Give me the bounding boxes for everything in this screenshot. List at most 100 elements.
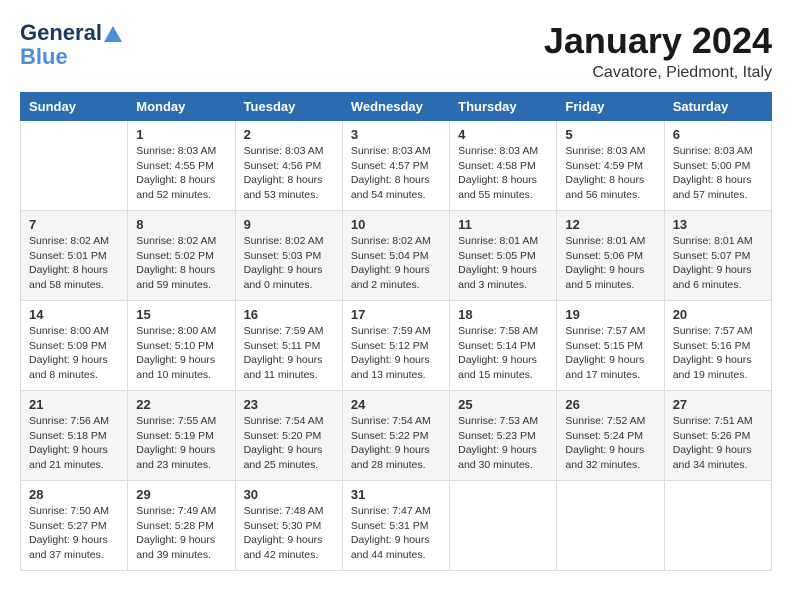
table-cell: 7 Sunrise: 8:02 AMSunset: 5:01 PMDaylight… xyxy=(21,211,128,301)
day-detail: Sunrise: 7:54 AMSunset: 5:20 PMDaylight:… xyxy=(244,414,334,473)
table-cell: 24 Sunrise: 7:54 AMSunset: 5:22 PMDayligh… xyxy=(342,391,449,481)
table-cell: 14 Sunrise: 8:00 AMSunset: 5:09 PMDayligh… xyxy=(21,301,128,391)
week-row-3: 14 Sunrise: 8:00 AMSunset: 5:09 PMDayligh… xyxy=(21,301,772,391)
day-detail: Sunrise: 7:51 AMSunset: 5:26 PMDaylight:… xyxy=(673,414,763,473)
calendar-table: SundayMondayTuesdayWednesdayThursdayFrid… xyxy=(20,92,772,571)
day-number: 18 xyxy=(458,307,548,322)
day-number: 7 xyxy=(29,217,119,232)
day-number: 21 xyxy=(29,397,119,412)
table-cell xyxy=(21,121,128,211)
table-cell xyxy=(664,481,771,571)
header-tuesday: Tuesday xyxy=(235,93,342,121)
table-cell: 15Sunrise: 8:00 AMSunset: 5:10 PMDayligh… xyxy=(128,301,235,391)
table-cell: 9 Sunrise: 8:02 AMSunset: 5:03 PMDaylight… xyxy=(235,211,342,301)
day-number: 9 xyxy=(244,217,334,232)
day-number: 10 xyxy=(351,217,441,232)
day-detail: Sunrise: 8:03 AMSunset: 4:59 PMDaylight:… xyxy=(565,144,655,203)
week-row-5: 28Sunrise: 7:50 AMSunset: 5:27 PMDayligh… xyxy=(21,481,772,571)
day-detail: Sunrise: 7:59 AMSunset: 5:12 PMDaylight:… xyxy=(351,324,441,383)
day-number: 22 xyxy=(136,397,226,412)
day-detail: Sunrise: 8:03 AMSunset: 4:58 PMDaylight:… xyxy=(458,144,548,203)
table-cell: 29Sunrise: 7:49 AMSunset: 5:28 PMDayligh… xyxy=(128,481,235,571)
day-detail: Sunrise: 8:02 AMSunset: 5:02 PMDaylight:… xyxy=(136,234,226,293)
day-number: 27 xyxy=(673,397,763,412)
logo-triangle-icon xyxy=(104,26,122,42)
day-detail: Sunrise: 8:02 AMSunset: 5:01 PMDaylight:… xyxy=(29,234,119,293)
table-cell: 26 Sunrise: 7:52 AMSunset: 5:24 PMDayligh… xyxy=(557,391,664,481)
table-cell: 3 Sunrise: 8:03 AMSunset: 4:57 PMDaylight… xyxy=(342,121,449,211)
week-row-4: 21 Sunrise: 7:56 AMSunset: 5:18 PMDayligh… xyxy=(21,391,772,481)
day-detail: Sunrise: 8:01 AMSunset: 5:06 PMDaylight:… xyxy=(565,234,655,293)
day-number: 16 xyxy=(244,307,334,322)
day-detail: Sunrise: 7:59 AMSunset: 5:11 PMDaylight:… xyxy=(244,324,334,383)
day-detail: Sunrise: 7:47 AMSunset: 5:31 PMDaylight:… xyxy=(351,504,441,563)
header-row: SundayMondayTuesdayWednesdayThursdayFrid… xyxy=(21,93,772,121)
day-number: 25 xyxy=(458,397,548,412)
table-cell: 2 Sunrise: 8:03 AMSunset: 4:56 PMDaylight… xyxy=(235,121,342,211)
day-detail: Sunrise: 8:02 AMSunset: 5:03 PMDaylight:… xyxy=(244,234,334,293)
table-cell: 4 Sunrise: 8:03 AMSunset: 4:58 PMDaylight… xyxy=(450,121,557,211)
day-detail: Sunrise: 7:57 AMSunset: 5:15 PMDaylight:… xyxy=(565,324,655,383)
table-cell: 19 Sunrise: 7:57 AMSunset: 5:15 PMDayligh… xyxy=(557,301,664,391)
logo-blue-text: Blue xyxy=(20,44,68,70)
day-number: 6 xyxy=(673,127,763,142)
day-detail: Sunrise: 7:53 AMSunset: 5:23 PMDaylight:… xyxy=(458,414,548,473)
day-number: 11 xyxy=(458,217,548,232)
table-cell: 17 Sunrise: 7:59 AMSunset: 5:12 PMDayligh… xyxy=(342,301,449,391)
logo: General Blue xyxy=(20,20,122,70)
day-number: 26 xyxy=(565,397,655,412)
month-title: January 2024 xyxy=(544,20,772,62)
day-detail: Sunrise: 8:03 AMSunset: 5:00 PMDaylight:… xyxy=(673,144,763,203)
day-number: 28 xyxy=(29,487,119,502)
day-detail: Sunrise: 8:02 AMSunset: 5:04 PMDaylight:… xyxy=(351,234,441,293)
table-cell: 10 Sunrise: 8:02 AMSunset: 5:04 PMDayligh… xyxy=(342,211,449,301)
day-detail: Sunrise: 7:52 AMSunset: 5:24 PMDaylight:… xyxy=(565,414,655,473)
day-number: 8 xyxy=(136,217,226,232)
table-cell: 12Sunrise: 8:01 AMSunset: 5:06 PMDayligh… xyxy=(557,211,664,301)
table-cell: 23 Sunrise: 7:54 AMSunset: 5:20 PMDayligh… xyxy=(235,391,342,481)
day-detail: Sunrise: 7:56 AMSunset: 5:18 PMDaylight:… xyxy=(29,414,119,473)
location-title: Cavatore, Piedmont, Italy xyxy=(544,64,772,82)
table-cell: 6 Sunrise: 8:03 AMSunset: 5:00 PMDaylight… xyxy=(664,121,771,211)
day-number: 30 xyxy=(244,487,334,502)
title-section: January 2024 Cavatore, Piedmont, Italy xyxy=(544,20,772,82)
day-detail: Sunrise: 8:00 AMSunset: 5:10 PMDaylight:… xyxy=(136,324,226,383)
day-number: 23 xyxy=(244,397,334,412)
day-number: 5 xyxy=(565,127,655,142)
logo-general-text: General xyxy=(20,20,102,46)
table-cell: 27 Sunrise: 7:51 AMSunset: 5:26 PMDayligh… xyxy=(664,391,771,481)
table-cell: 1Sunrise: 8:03 AMSunset: 4:55 PMDaylight… xyxy=(128,121,235,211)
table-cell: 5 Sunrise: 8:03 AMSunset: 4:59 PMDaylight… xyxy=(557,121,664,211)
day-number: 20 xyxy=(673,307,763,322)
header-friday: Friday xyxy=(557,93,664,121)
header-monday: Monday xyxy=(128,93,235,121)
table-cell: 28Sunrise: 7:50 AMSunset: 5:27 PMDayligh… xyxy=(21,481,128,571)
day-detail: Sunrise: 7:57 AMSunset: 5:16 PMDaylight:… xyxy=(673,324,763,383)
day-number: 29 xyxy=(136,487,226,502)
day-number: 2 xyxy=(244,127,334,142)
header-sunday: Sunday xyxy=(21,93,128,121)
day-number: 14 xyxy=(29,307,119,322)
day-number: 1 xyxy=(136,127,226,142)
day-detail: Sunrise: 8:01 AMSunset: 5:05 PMDaylight:… xyxy=(458,234,548,293)
day-detail: Sunrise: 7:54 AMSunset: 5:22 PMDaylight:… xyxy=(351,414,441,473)
day-number: 3 xyxy=(351,127,441,142)
day-number: 24 xyxy=(351,397,441,412)
table-cell xyxy=(450,481,557,571)
header-wednesday: Wednesday xyxy=(342,93,449,121)
table-cell: 13Sunrise: 8:01 AMSunset: 5:07 PMDayligh… xyxy=(664,211,771,301)
table-cell: 18Sunrise: 7:58 AMSunset: 5:14 PMDayligh… xyxy=(450,301,557,391)
table-cell: 16 Sunrise: 7:59 AMSunset: 5:11 PMDayligh… xyxy=(235,301,342,391)
day-number: 31 xyxy=(351,487,441,502)
table-cell: 21 Sunrise: 7:56 AMSunset: 5:18 PMDayligh… xyxy=(21,391,128,481)
header: General Blue January 2024 Cavatore, Pied… xyxy=(20,20,772,82)
day-detail: Sunrise: 8:03 AMSunset: 4:56 PMDaylight:… xyxy=(244,144,334,203)
table-cell xyxy=(557,481,664,571)
week-row-2: 7 Sunrise: 8:02 AMSunset: 5:01 PMDaylight… xyxy=(21,211,772,301)
day-detail: Sunrise: 8:00 AMSunset: 5:09 PMDaylight:… xyxy=(29,324,119,383)
day-number: 4 xyxy=(458,127,548,142)
day-detail: Sunrise: 8:03 AMSunset: 4:57 PMDaylight:… xyxy=(351,144,441,203)
day-number: 19 xyxy=(565,307,655,322)
table-cell: 30Sunrise: 7:48 AMSunset: 5:30 PMDayligh… xyxy=(235,481,342,571)
day-number: 17 xyxy=(351,307,441,322)
